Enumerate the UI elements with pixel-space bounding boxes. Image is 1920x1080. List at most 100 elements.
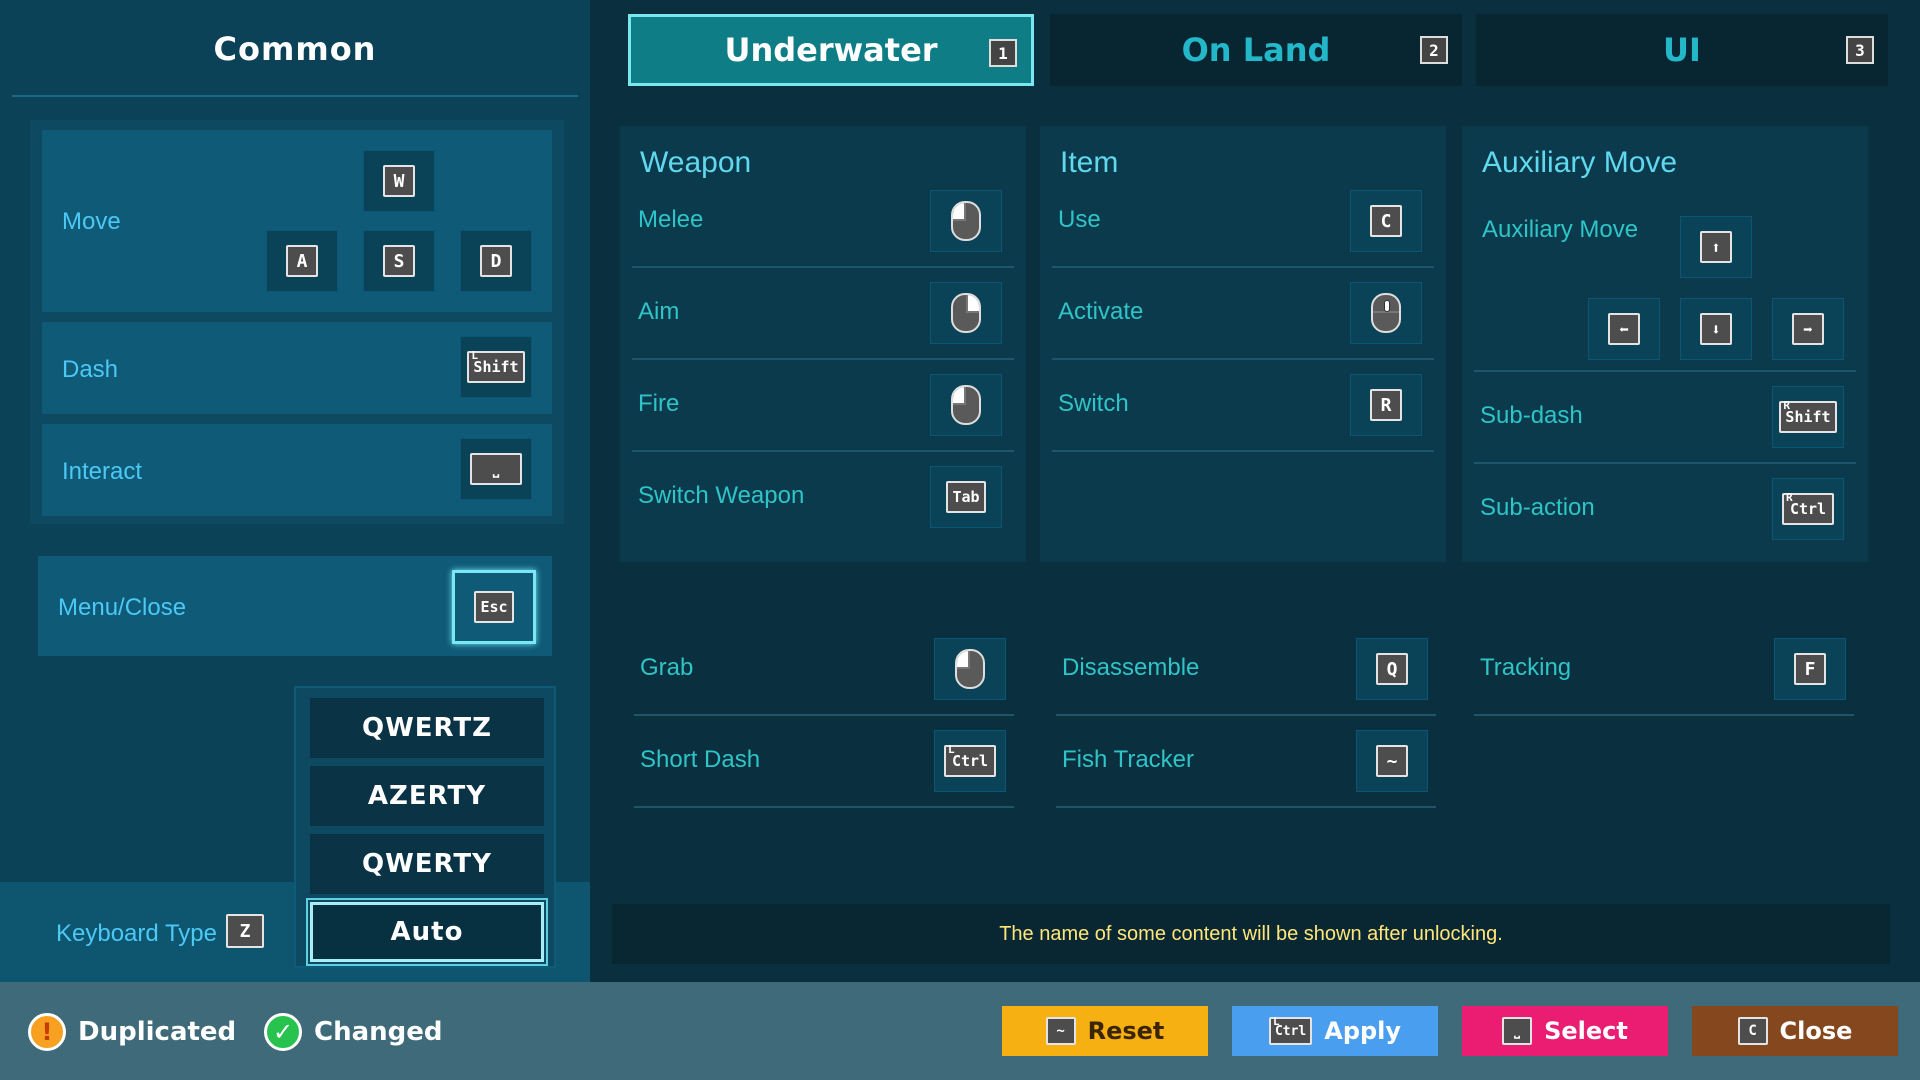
- bind-grab[interactable]: Grab: [634, 624, 1014, 716]
- disassemble-key[interactable]: Q: [1356, 638, 1428, 700]
- rshift-key-cap: R Shift: [1779, 399, 1837, 433]
- c-key-cap: C: [1370, 205, 1402, 237]
- mouse-left-icon: [951, 201, 981, 241]
- move-row[interactable]: Move W A S D: [42, 130, 552, 312]
- dash-label: Dash: [62, 356, 119, 383]
- apply-button[interactable]: L Ctrl Apply: [1232, 1006, 1438, 1056]
- fish-tracker-key[interactable]: ~: [1356, 730, 1428, 792]
- key-w[interactable]: W: [363, 150, 435, 212]
- reset-label: Reset: [1087, 1017, 1165, 1045]
- r-key-cap: R: [1370, 389, 1402, 421]
- reset-button[interactable]: ~ Reset: [1002, 1006, 1208, 1056]
- bind-tracking[interactable]: Tracking F: [1474, 624, 1854, 716]
- mouse-left-icon: [951, 385, 981, 425]
- tab-underwater-label: Underwater: [724, 31, 938, 69]
- move-label: Move: [62, 208, 121, 235]
- z-key-cap: Z: [226, 914, 264, 948]
- keyboard-type-label: Keyboard Type: [56, 920, 218, 947]
- tab-ui-label: UI: [1663, 31, 1701, 69]
- use-label: Use: [1058, 206, 1101, 233]
- bind-fish-tracker[interactable]: Fish Tracker ~: [1056, 716, 1436, 808]
- keyboard-type-dropdown: QWERTZ AZERTY QWERTY Auto: [294, 686, 556, 968]
- arrow-up-key[interactable]: ⬆: [1680, 216, 1752, 278]
- shift-key-cap: L Shift: [467, 349, 525, 383]
- interact-key[interactable]: ⎵: [460, 438, 532, 500]
- key-corner: R: [1786, 491, 1793, 504]
- dash-key[interactable]: L Shift: [460, 336, 532, 398]
- q-key-cap: Q: [1376, 653, 1408, 685]
- bind-use[interactable]: Use C: [1052, 176, 1434, 268]
- bind-aux-move-divider: [1474, 280, 1856, 372]
- bind-sub-dash[interactable]: Sub-dash R Shift: [1474, 372, 1856, 464]
- switch-key[interactable]: R: [1350, 374, 1422, 436]
- legend-changed: ✓ Changed: [264, 1013, 443, 1051]
- fish-tracker-label: Fish Tracker: [1062, 746, 1195, 773]
- esc-key-selected[interactable]: Esc: [452, 570, 536, 644]
- key-corner: L: [471, 349, 479, 362]
- sub-action-label: Sub-action: [1480, 494, 1595, 521]
- use-key[interactable]: C: [1350, 190, 1422, 252]
- bind-aim[interactable]: Aim: [632, 268, 1014, 360]
- switch-weapon-key[interactable]: Tab: [930, 466, 1002, 528]
- tracking-key[interactable]: F: [1774, 638, 1846, 700]
- menu-close-label: Menu/Close: [58, 594, 187, 621]
- esc-key-cap: Esc: [474, 591, 514, 623]
- key-corner: R: [1783, 399, 1791, 412]
- tab-on-land[interactable]: On Land 2: [1050, 14, 1462, 86]
- fire-key[interactable]: [930, 374, 1002, 436]
- bind-activate[interactable]: Activate: [1052, 268, 1434, 360]
- key-w-cap: W: [383, 165, 415, 197]
- aim-label: Aim: [638, 298, 680, 325]
- key-s[interactable]: S: [363, 230, 435, 292]
- option-qwertz[interactable]: QWERTZ: [310, 698, 544, 758]
- tab-ui[interactable]: UI 3: [1476, 14, 1888, 86]
- switch-label: Switch: [1058, 390, 1129, 417]
- tab-underwater[interactable]: Underwater 1: [628, 14, 1034, 86]
- keyboard-type-key[interactable]: Z: [226, 914, 264, 952]
- activate-key[interactable]: [1350, 282, 1422, 344]
- bind-switch-weapon[interactable]: Switch Weapon Tab: [632, 452, 1014, 544]
- aim-key[interactable]: [930, 282, 1002, 344]
- fire-label: Fire: [638, 390, 680, 417]
- tilde-key-icon: ~: [1045, 1017, 1076, 1045]
- legend-duplicated: ! Duplicated: [28, 1013, 236, 1051]
- weapon-title: Weapon: [640, 146, 752, 179]
- bind-disassemble[interactable]: Disassemble Q: [1056, 624, 1436, 716]
- short-dash-key[interactable]: L Ctrl: [934, 730, 1006, 792]
- changed-label: Changed: [314, 1017, 443, 1047]
- tilde-key-cap: ~: [1376, 745, 1408, 777]
- short-dash-label: Short Dash: [640, 746, 761, 773]
- key-corner: L: [948, 743, 955, 756]
- disassemble-label: Disassemble: [1062, 654, 1200, 681]
- key-a[interactable]: A: [266, 230, 338, 292]
- option-qwerty[interactable]: QWERTY: [310, 834, 544, 894]
- sub-dash-key[interactable]: R Shift: [1772, 386, 1844, 448]
- bind-sub-action[interactable]: Sub-action R Ctrl: [1474, 464, 1856, 556]
- melee-key[interactable]: [930, 190, 1002, 252]
- space-key-icon: ⎵: [1502, 1017, 1533, 1045]
- grab-key[interactable]: [934, 638, 1006, 700]
- close-label: Close: [1779, 1017, 1853, 1045]
- common-title: Common: [213, 30, 377, 68]
- bind-short-dash[interactable]: Short Dash L Ctrl: [634, 716, 1014, 808]
- option-auto[interactable]: Auto: [310, 902, 544, 962]
- key-s-cap: S: [383, 245, 415, 277]
- key-a-cap: A: [286, 245, 318, 277]
- select-button[interactable]: ⎵ Select: [1462, 1006, 1668, 1056]
- lctrl-key-cap: L Ctrl: [944, 743, 996, 777]
- bind-fire[interactable]: Fire: [632, 360, 1014, 452]
- interact-row[interactable]: Interact ⎵: [42, 424, 552, 516]
- bind-melee[interactable]: Melee: [632, 176, 1014, 268]
- key-d[interactable]: D: [460, 230, 532, 292]
- key-corner: L: [1272, 1015, 1280, 1028]
- option-azerty[interactable]: AZERTY: [310, 766, 544, 826]
- sub-action-key[interactable]: R Ctrl: [1772, 478, 1844, 540]
- tab-key-cap: Tab: [946, 481, 986, 513]
- mouse-right-icon: [951, 293, 981, 333]
- close-button[interactable]: C Close: [1692, 1006, 1898, 1056]
- interact-label: Interact: [62, 458, 143, 485]
- duplicated-label: Duplicated: [78, 1017, 237, 1047]
- bind-switch[interactable]: Switch R: [1052, 360, 1434, 452]
- dash-row[interactable]: Dash L Shift: [42, 322, 552, 414]
- auxiliary-move-label: Auxiliary Move: [1482, 216, 1639, 243]
